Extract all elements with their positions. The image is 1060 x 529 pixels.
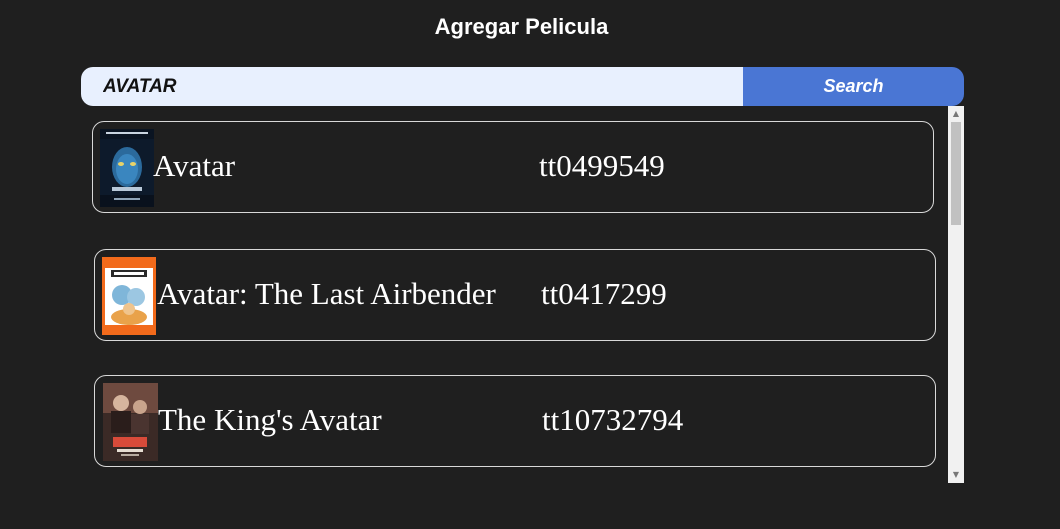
avatar-poster-icon bbox=[100, 129, 154, 207]
result-card[interactable]: Avatar: The Last Airbender tt0417299 bbox=[94, 249, 936, 341]
scroll-up-arrow-icon[interactable]: ▲ bbox=[948, 107, 964, 121]
search-bar: Search bbox=[81, 67, 964, 106]
search-button[interactable]: Search bbox=[743, 67, 964, 106]
kings-avatar-poster-icon bbox=[103, 383, 158, 461]
scroll-thumb[interactable] bbox=[951, 122, 961, 225]
last-airbender-poster-icon bbox=[102, 257, 156, 335]
results-list: Avatar tt0499549 Avatar: The Last Airben… bbox=[81, 106, 964, 483]
movie-id: tt0417299 bbox=[541, 276, 667, 311]
result-card[interactable]: The King's Avatar tt10732794 bbox=[94, 375, 936, 467]
movie-title: Avatar bbox=[153, 148, 236, 183]
search-input[interactable] bbox=[81, 67, 743, 106]
scroll-down-arrow-icon[interactable]: ▼ bbox=[948, 468, 964, 482]
page-title: Agregar Pelicula bbox=[434, 14, 609, 39]
movie-id: tt0499549 bbox=[539, 148, 665, 183]
movie-title: Avatar: The Last Airbender bbox=[157, 276, 496, 311]
result-card[interactable]: Avatar tt0499549 bbox=[92, 121, 934, 213]
results-scrollbar[interactable]: ▲ ▼ bbox=[948, 106, 964, 483]
movie-title: The King's Avatar bbox=[158, 402, 382, 437]
add-movie-page: Agregar Pelicula Search bbox=[0, 0, 1060, 529]
movie-id: tt10732794 bbox=[542, 402, 684, 437]
